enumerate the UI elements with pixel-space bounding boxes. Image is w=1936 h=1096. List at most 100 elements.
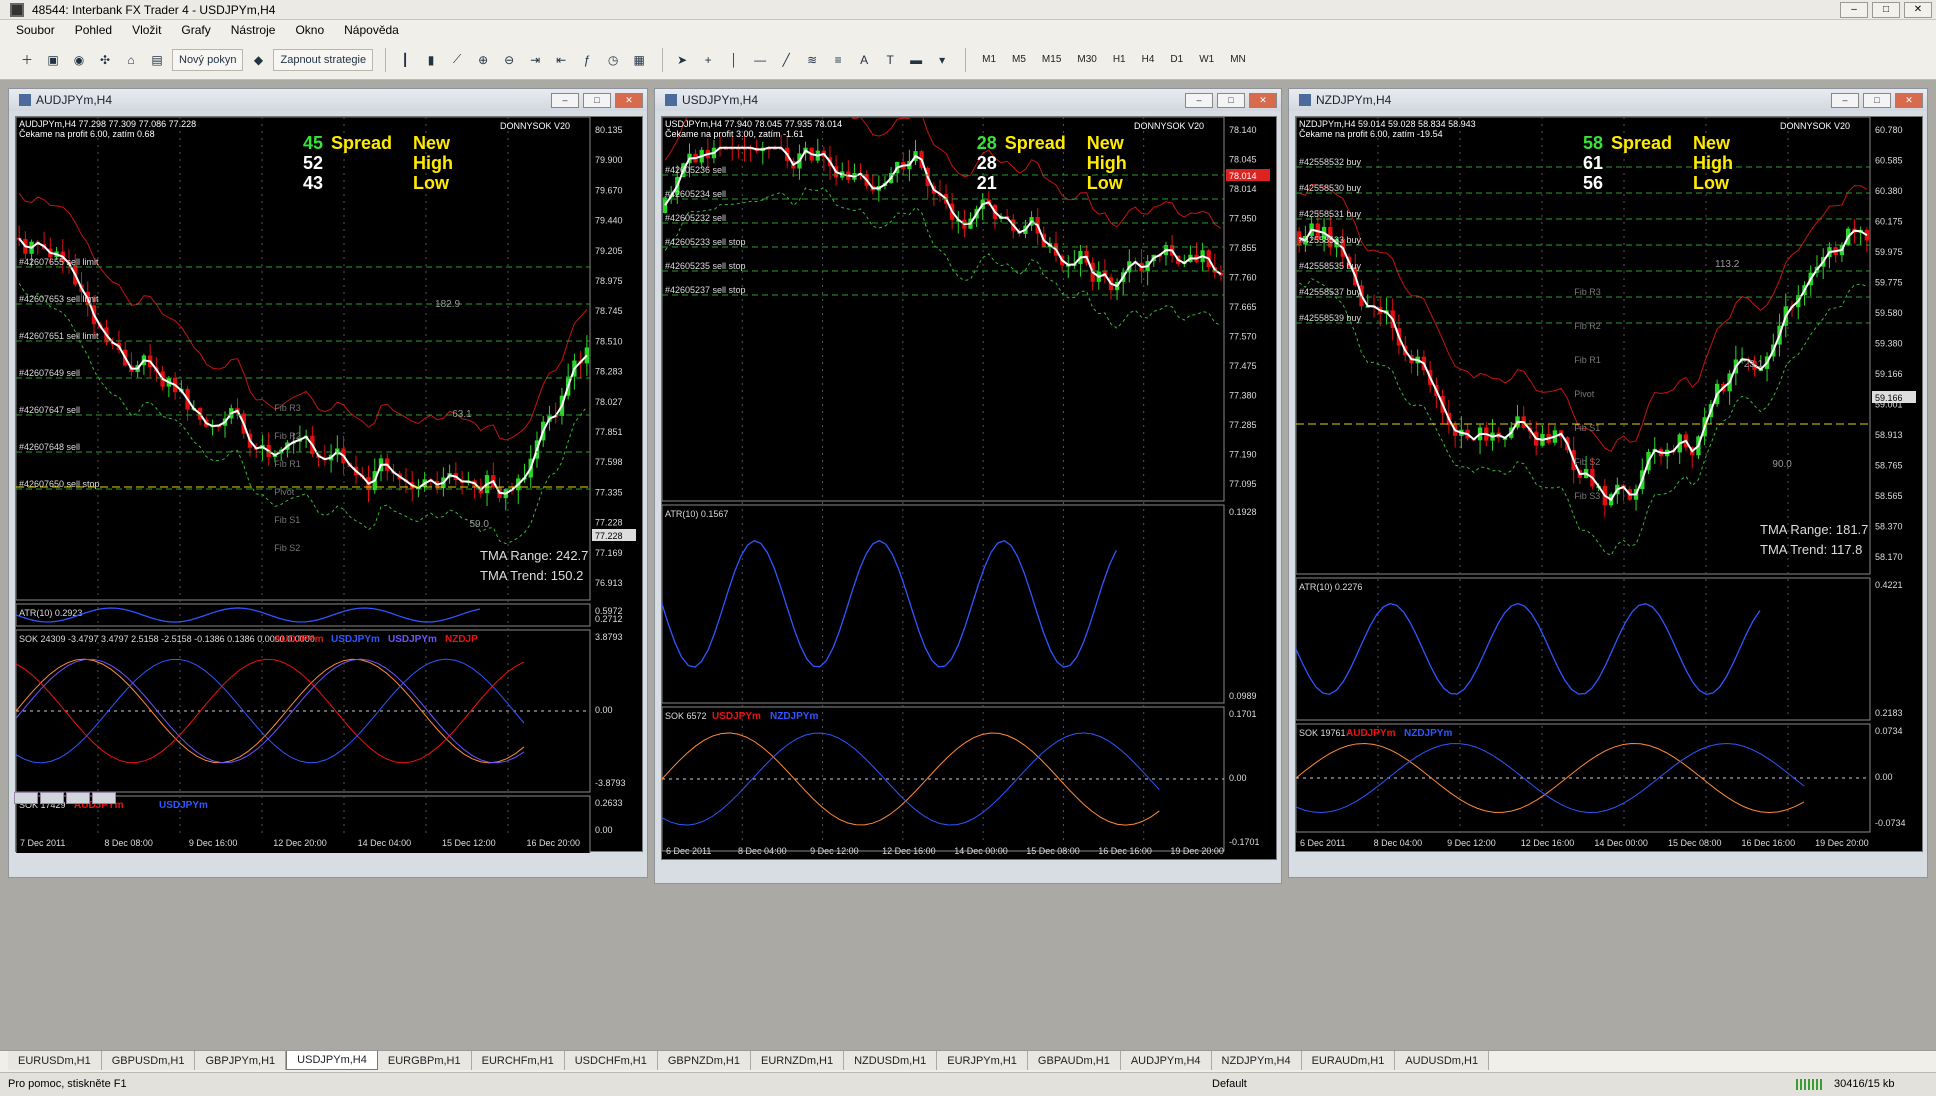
chart-window[interactable]: USDJPYm,H4 – □ ✕ #42605236 sell #42605234 sel… [654, 88, 1282, 884]
text-icon[interactable]: A [853, 49, 875, 71]
data-window-icon[interactable]: ✣ [94, 49, 116, 71]
chart-window-close-button[interactable]: ✕ [1895, 92, 1923, 108]
timeframe-m30[interactable]: M30 [1077, 54, 1096, 65]
chart-window-min-button[interactable]: – [1831, 92, 1859, 108]
price-chart[interactable]: #42558532 buy #42558530 buy #42558531 buy #… [1295, 116, 1923, 852]
maximize-button[interactable]: □ [1872, 1, 1900, 18]
menu-window[interactable]: Okno [295, 23, 324, 37]
timeframe-m15[interactable]: M15 [1042, 54, 1061, 65]
menu-view[interactable]: Pohled [75, 23, 112, 37]
chart-canvas[interactable]: #42558532 buy #42558530 buy #42558531 buy #… [1296, 117, 1924, 853]
chart-tab[interactable]: EURNZDm,H1 [750, 1051, 845, 1070]
meta-editor-icon[interactable]: ◆ [247, 49, 269, 71]
tma-trend: TMA Trend: 117.8 [1760, 542, 1862, 557]
trend-line-icon[interactable]: ╱ [775, 49, 797, 71]
stat-high-label: High [1087, 153, 1127, 173]
chart-tab[interactable]: EURUSDm,H1 [8, 1051, 102, 1070]
chart-tab[interactable]: GBPJPYm,H1 [195, 1051, 287, 1070]
sok-tick: -3.8793 [595, 778, 626, 788]
new-order-button[interactable]: Nový pokyn [172, 48, 244, 71]
menu-file[interactable]: Soubor [16, 23, 55, 37]
navigator-icon[interactable]: ⌂ [120, 49, 142, 71]
chart-shift-icon[interactable]: ⇤ [550, 49, 572, 71]
chart-tab[interactable]: GBPNZDm,H1 [657, 1051, 751, 1070]
vertical-line-icon[interactable]: │ [723, 49, 745, 71]
price-tick: 77.380 [1229, 391, 1257, 401]
chart-window-close-button[interactable]: ✕ [1249, 92, 1277, 108]
chart-tab[interactable]: EURGBPm,H1 [377, 1051, 472, 1070]
stat-low-label: Low [1693, 173, 1730, 193]
chart-window-close-button[interactable]: ✕ [615, 92, 643, 108]
order-label: #42607651 sell limit [19, 331, 99, 341]
candle-chart-icon[interactable]: ▮ [420, 49, 442, 71]
timeframe-d1[interactable]: D1 [1170, 54, 1183, 65]
horizontal-line-icon[interactable]: — [749, 49, 771, 71]
label-icon[interactable]: T [879, 49, 901, 71]
chart-tab[interactable]: EURAUDm,H1 [1301, 1051, 1396, 1070]
chart-canvas[interactable]: #42607655 sell limit #42607653 sell limit… [16, 117, 644, 853]
minimized-window[interactable] [66, 792, 90, 804]
new-chart-icon[interactable]: ＋ [16, 49, 38, 71]
minimize-button[interactable]: – [1840, 1, 1868, 18]
price-chart[interactable]: #42607655 sell limit #42607653 sell limit… [15, 116, 644, 853]
timeframe-w1[interactable]: W1 [1199, 54, 1214, 65]
chart-tab[interactable]: GBPUSDm,H1 [101, 1051, 196, 1070]
timeframe-h4[interactable]: H4 [1142, 54, 1155, 65]
chart-window-min-button[interactable]: – [1185, 92, 1213, 108]
chart-tab[interactable]: EURCHFm,H1 [471, 1051, 565, 1070]
chart-tab[interactable]: USDJPYm,H4 [286, 1051, 378, 1070]
minimized-window[interactable] [92, 792, 116, 804]
timeframe-m5[interactable]: M5 [1012, 54, 1026, 65]
market-watch-icon[interactable]: ◉ [68, 49, 90, 71]
menu-tools[interactable]: Nástroje [231, 23, 276, 37]
price-tick: 77.285 [1229, 420, 1257, 430]
chart-canvas[interactable]: #42605236 sell #42605234 sell #42605232 se… [662, 117, 1278, 861]
crosshair-icon[interactable]: + [697, 49, 719, 71]
bar-chart-icon[interactable]: ┃ [394, 49, 416, 71]
fibonacci-icon[interactable]: ≡ [827, 49, 849, 71]
timeframe-mn[interactable]: MN [1230, 54, 1246, 65]
autoscroll-icon[interactable]: ⇥ [524, 49, 546, 71]
chart-window-max-button[interactable]: □ [583, 92, 611, 108]
menu-charts[interactable]: Grafy [181, 23, 210, 37]
line-chart-icon[interactable]: ⟋ [446, 49, 468, 71]
minimized-window[interactable] [40, 792, 64, 804]
cursor-icon[interactable]: ➤ [671, 49, 693, 71]
chart-window-max-button[interactable]: □ [1863, 92, 1891, 108]
chart-tab[interactable]: AUDUSDm,H1 [1395, 1051, 1490, 1070]
chart-window-icon [1299, 94, 1311, 106]
zoom-in-icon[interactable]: ⊕ [472, 49, 494, 71]
indicators-icon[interactable]: ƒ [576, 49, 598, 71]
timeframe-h1[interactable]: H1 [1113, 54, 1126, 65]
price-tick: 80.135 [595, 125, 623, 135]
channel-icon[interactable]: ≋ [801, 49, 823, 71]
menu-help[interactable]: Nápověda [344, 23, 399, 37]
chart-tab[interactable]: AUDJPYm,H4 [1120, 1051, 1212, 1070]
chart-tab[interactable]: NZDUSDm,H1 [844, 1051, 938, 1070]
chart-window-max-button[interactable]: □ [1217, 92, 1245, 108]
chart-tab[interactable]: EURJPYm,H1 [937, 1051, 1028, 1070]
order-label: #42607655 sell limit [19, 257, 99, 267]
order-label: #42558530 buy [1299, 183, 1362, 193]
terminal-icon[interactable]: ▤ [146, 49, 168, 71]
chart-window[interactable]: AUDJPYm,H4– □ ✕ #42607655 sell limit #426076… [8, 88, 648, 878]
close-button[interactable]: ✕ [1904, 1, 1932, 18]
objects-menu-icon[interactable]: ▾ [931, 49, 953, 71]
price-tick: 78.510 [595, 336, 623, 346]
timeframe-m1[interactable]: M1 [982, 54, 996, 65]
chart-window[interactable]: NZDJPYm,H4– □ ✕ #42558532 buy #42558530 buy #… [1288, 88, 1928, 878]
zoom-out-icon[interactable]: ⊖ [498, 49, 520, 71]
strategy-toggle-button[interactable]: Zapnout strategie [273, 48, 374, 71]
menu-insert[interactable]: Vložit [132, 23, 161, 37]
chart-tab[interactable]: GBPAUDm,H1 [1027, 1051, 1121, 1070]
templates-icon[interactable]: ▦ [628, 49, 650, 71]
chart-window-min-button[interactable]: – [551, 92, 579, 108]
periods-icon[interactable]: ◷ [602, 49, 624, 71]
level-label: 63.1 [452, 409, 472, 420]
minimized-window[interactable] [14, 792, 38, 804]
price-chart[interactable]: #42605236 sell #42605234 sell #42605232 se… [661, 116, 1277, 860]
chart-tab[interactable]: USDCHFm,H1 [564, 1051, 658, 1070]
profiles-icon[interactable]: ▣ [42, 49, 64, 71]
chart-tab[interactable]: NZDJPYm,H4 [1211, 1051, 1302, 1070]
arrow-icon[interactable]: ▬ [905, 49, 927, 71]
